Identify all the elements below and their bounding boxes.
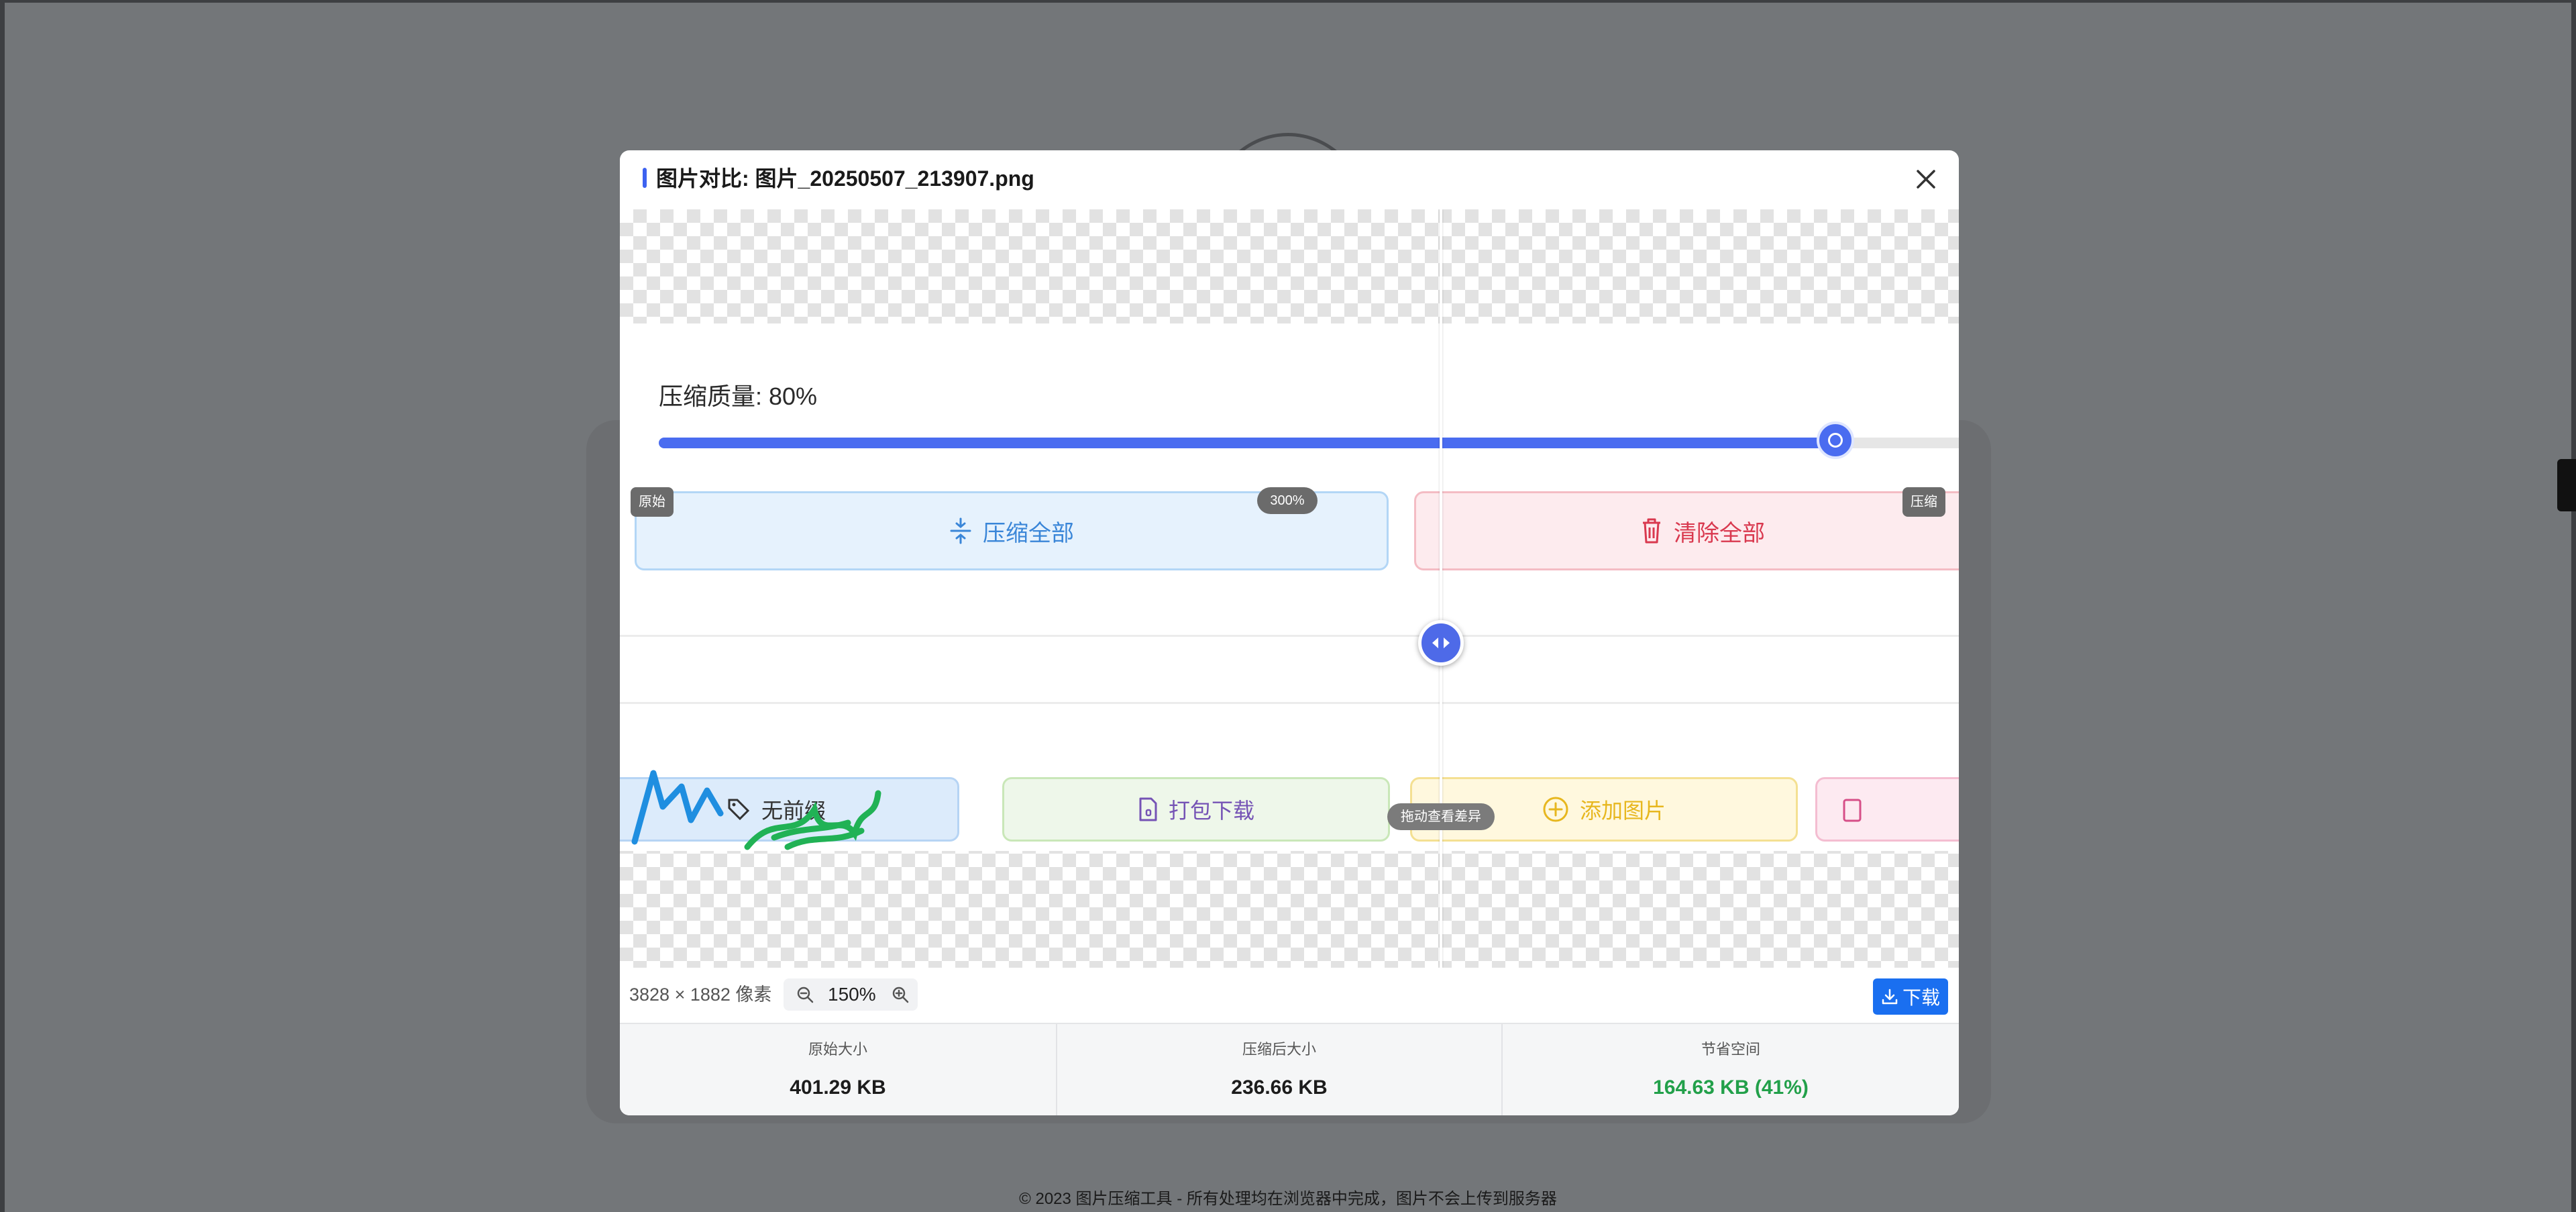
modal-title: 图片对比: 图片_20250507_213907.png [656,166,1034,191]
scribble-drawing [631,770,881,850]
quality-slider [659,421,1959,459]
download-icon [1882,989,1898,1005]
download-button[interactable]: 下载 [1873,978,1948,1015]
saved-space-label: 节省空间 [1701,1041,1760,1058]
viewer-toolbar: 3828 × 1882 像素 150% 下载 [620,968,1959,1023]
zip-download-button: 打包下载 [1002,777,1390,842]
quality-slider-thumb [1817,421,1854,459]
compressed-tag: 压缩 [1902,487,1945,517]
size-stats: 原始大小 401.29 KB 压缩后大小 236.66 KB 节省空间 164.… [620,1023,1959,1115]
download-label: 下载 [1902,987,1940,1008]
stat-original: 原始大小 401.29 KB [620,1024,1056,1115]
zoom-out-icon [797,987,814,1003]
clipboard-button [1815,777,1959,842]
close-icon [1917,170,1935,189]
original-size-value: 401.29 KB [790,1076,886,1099]
close-button[interactable] [1911,164,1941,195]
zoom-badge: 300% [1257,487,1318,514]
compress-all-label: 压缩全部 [983,520,1074,546]
comparison-viewer[interactable]: 压缩质量: 80% 压缩全部 清除全部 无前缀 打包下载 添加图片 [620,209,1959,968]
compared-image: 压缩质量: 80% 压缩全部 清除全部 无前缀 打包下载 添加图片 [620,323,1959,851]
add-image-label: 添加图片 [1579,799,1666,823]
modal-header: 图片对比: 图片_20250507_213907.png [620,150,1959,209]
clear-all-label: 清除全部 [1674,520,1765,546]
zoom-level: 150% [828,984,876,1005]
separator [620,635,1959,637]
image-dimensions: 3828 × 1882 像素 [629,984,772,1005]
original-size-label: 原始大小 [808,1041,867,1058]
compressed-size-label: 压缩后大小 [1242,1041,1316,1058]
divider-handle[interactable] [1418,620,1464,666]
clipboard-icon [1843,799,1862,822]
title-accent-bar [643,168,647,188]
zip-download-label: 打包下载 [1168,799,1254,823]
zoom-control: 150% [784,978,918,1011]
saved-space-value: 164.63 KB (41%) [1653,1076,1809,1099]
footer-text: © 2023 图片压缩工具 - 所有处理均在浏览器中完成，图片不会上传到服务器 [1019,1190,1557,1208]
gauge-icon [1828,433,1843,448]
plus-circle-icon [1543,797,1568,822]
stat-saved: 节省空间 164.63 KB (41%) [1503,1024,1959,1115]
comparison-divider[interactable] [1440,209,1442,968]
zoom-in-button[interactable] [891,985,910,1004]
zoom-out-button[interactable] [796,985,814,1004]
original-tag: 原始 [631,487,674,517]
drag-hint: 拖动查看差异 [1387,803,1495,830]
trash-icon [1643,518,1660,544]
quality-slider-fill [659,438,1835,448]
compare-modal: 图片对比: 图片_20250507_213907.png 压缩质量: 80% 压… [620,150,1959,1115]
compressed-size-value: 236.66 KB [1231,1076,1328,1099]
quality-label: 压缩质量: 80% [659,383,818,410]
compress-icon [950,517,971,544]
separator [620,702,1959,704]
zoom-in-icon [892,987,909,1003]
clear-all-button: 清除全部 [1414,491,1959,570]
side-tab[interactable] [2557,459,2576,511]
drag-arrows-icon [1432,638,1450,648]
stat-compressed: 压缩后大小 236.66 KB [1057,1024,1501,1115]
zip-file-icon [1139,797,1157,821]
